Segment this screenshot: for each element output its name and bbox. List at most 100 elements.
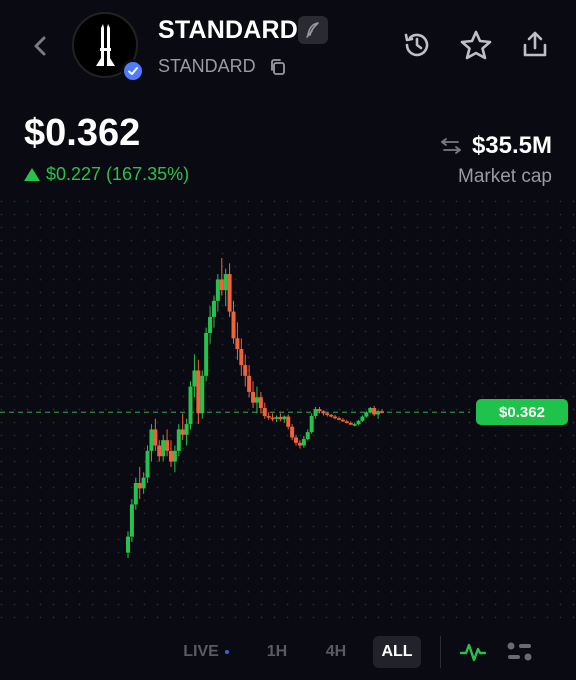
candle-body <box>133 483 138 505</box>
share-icon <box>523 31 547 57</box>
toolbar-divider <box>440 636 441 668</box>
candle-body <box>200 375 205 414</box>
candle-body <box>321 411 326 414</box>
candle-body <box>126 536 130 553</box>
candle-body <box>313 409 318 417</box>
candle-body <box>219 279 224 291</box>
market-cap-value[interactable]: $35.5M <box>440 132 552 160</box>
candle-body <box>161 440 166 457</box>
candle-body <box>231 311 236 339</box>
favorite-button[interactable] <box>459 28 493 62</box>
candle-body <box>286 416 291 427</box>
candle-body <box>301 439 306 446</box>
candle-body <box>165 440 170 451</box>
swap-arrows-icon <box>441 138 461 154</box>
candle-body <box>172 450 177 462</box>
candle-body <box>227 274 232 312</box>
candle-body <box>258 397 263 408</box>
tab-4h-label: 4H <box>325 643 347 660</box>
feather-icon <box>306 22 319 38</box>
token-name: STANDARD <box>158 16 299 44</box>
verified-badge <box>121 59 145 83</box>
candle-body <box>215 279 220 301</box>
candle-body <box>180 429 185 435</box>
candle-body <box>352 424 357 426</box>
tab-all[interactable]: ALL <box>373 636 421 668</box>
candle-body <box>278 417 283 420</box>
copy-button[interactable] <box>268 57 288 77</box>
candle-body <box>251 391 256 403</box>
tab-all-label: ALL <box>381 643 413 660</box>
candle-body <box>368 408 373 413</box>
tab-live[interactable]: LIVE <box>176 636 236 668</box>
history-button[interactable] <box>400 28 434 62</box>
candle-chart-toggle[interactable] <box>503 636 537 668</box>
back-chevron-icon <box>34 36 46 56</box>
line-chart-icon <box>459 643 487 662</box>
candle-body <box>192 370 197 387</box>
share-button[interactable] <box>518 28 552 62</box>
candle-body <box>184 424 189 435</box>
price-change-text: $0.227 (167.35%) <box>46 164 190 184</box>
star-icon <box>460 30 492 60</box>
candle-body <box>141 477 146 489</box>
token-header: STANDARD STANDARD <box>0 0 576 96</box>
live-dot-icon <box>224 650 229 654</box>
candle-body <box>235 338 240 350</box>
candle-body <box>247 375 252 392</box>
tab-1h[interactable]: 1H <box>256 636 298 668</box>
candle-body <box>270 417 275 420</box>
edit-button[interactable] <box>298 16 328 44</box>
candle-body <box>337 418 342 420</box>
candle-body <box>329 414 334 417</box>
candle-body <box>364 412 369 417</box>
candle-body <box>262 408 267 417</box>
candle-body <box>204 333 209 376</box>
candle-body <box>376 411 381 415</box>
candle-body <box>196 370 201 414</box>
candle-body <box>137 483 142 489</box>
price-change: $0.227 (167.35%) <box>24 164 189 185</box>
candle-body <box>157 445 162 457</box>
timeframe-bar: LIVE 1H 4H ALL <box>0 628 576 676</box>
token-symbol: STANDARD <box>158 56 256 76</box>
candle-body <box>176 429 181 451</box>
line-chart-toggle[interactable] <box>456 636 490 668</box>
candle-body <box>340 419 345 422</box>
tab-4h[interactable]: 4H <box>315 636 357 668</box>
candle-body <box>266 416 271 418</box>
candle-body <box>168 450 173 462</box>
candle-body <box>223 274 228 291</box>
candle-body <box>274 417 279 419</box>
candle-body <box>372 408 377 415</box>
market-cap-amount: $35.5M <box>471 132 552 159</box>
market-cap-label: Market cap <box>458 166 552 187</box>
candle-chart-icon <box>507 642 532 661</box>
candle-body <box>317 409 322 412</box>
candle-body <box>297 442 302 446</box>
candle-body <box>211 300 216 317</box>
candle-body <box>305 432 310 440</box>
current-price: $0.362 <box>24 112 141 154</box>
current-price-tag: $0.362 <box>476 399 568 426</box>
candle-body <box>188 386 193 425</box>
candle-body <box>360 416 365 421</box>
candle-body <box>153 429 158 446</box>
candle-body <box>243 365 248 376</box>
candle-body <box>254 397 259 403</box>
tab-1h-label: 1H <box>266 643 288 660</box>
back-button[interactable] <box>28 30 52 62</box>
candle-body <box>309 416 314 433</box>
candle-body <box>149 429 154 451</box>
candle-body <box>380 411 384 413</box>
candle-body <box>129 504 134 537</box>
up-triangle-icon <box>24 168 40 181</box>
candle-body <box>290 426 295 438</box>
candle-body <box>239 349 244 366</box>
candle-body <box>344 421 349 423</box>
verified-check-icon <box>128 67 138 75</box>
candle-body <box>348 423 353 425</box>
candle-body <box>282 416 287 420</box>
candle-body <box>294 437 299 443</box>
candle-body <box>145 450 150 478</box>
